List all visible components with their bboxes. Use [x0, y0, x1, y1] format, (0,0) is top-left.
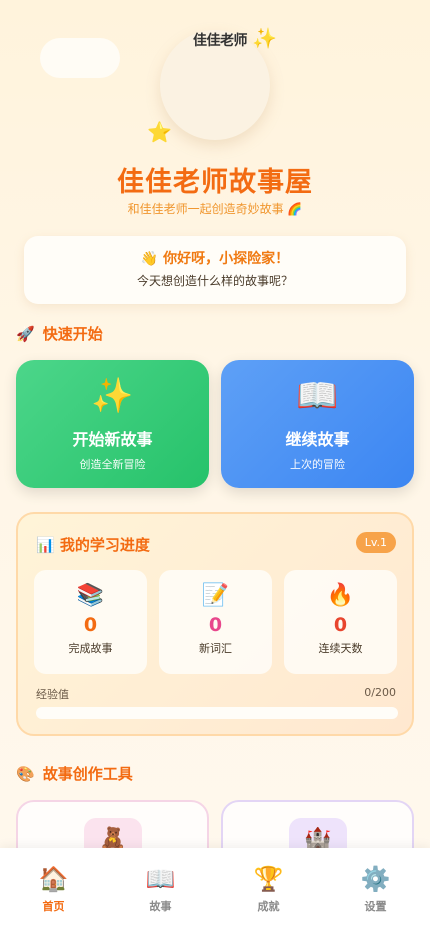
books-icon: 📚	[76, 583, 105, 608]
sparkle-icon: ✨	[252, 26, 277, 50]
nav-item-settings[interactable]: ⚙️ 设置	[322, 864, 429, 914]
sparkles-icon: ✨	[91, 376, 134, 416]
gear-icon: ⚙️	[360, 865, 391, 893]
stat-label: 新词汇	[199, 642, 232, 655]
palette-icon: 🎨	[16, 765, 35, 783]
card-title: 继续故事	[285, 430, 350, 449]
greeting-question: 今天想创造什么样的故事呢？	[136, 274, 293, 288]
learning-progress-card: 📊 我的学习进度 Lv.1 📚 0 完成故事 📝 0 新词汇 🔥 0 连续天数 …	[16, 512, 414, 736]
rocket-icon: 🚀	[16, 325, 35, 343]
section-story-tools: 🎨 故事创作工具	[16, 763, 133, 784]
section-title: 快速开始	[42, 325, 103, 343]
book-icon: 📖	[145, 865, 176, 893]
bottom-nav: 🏠 首页 📖 故事 🏆 成就 ⚙️ 设置	[0, 848, 430, 932]
nav-item-home[interactable]: 🏠 首页	[0, 864, 107, 914]
nav-label: 设置	[364, 900, 387, 913]
nav-label: 故事	[149, 900, 172, 913]
greeting-card: 👋 你好呀，小探险家！ 今天想创造什么样的故事呢？	[24, 236, 406, 304]
trophy-icon: 🏆	[253, 865, 284, 893]
section-quick-start: 🚀 快速开始	[16, 323, 103, 344]
fire-icon: 🔥	[326, 583, 355, 608]
page-subtitle: 和佳佳老师一起创造奇妙故事 🌈	[127, 202, 303, 216]
bar-chart-icon: 📊	[36, 536, 55, 554]
stat-value: 0	[208, 614, 223, 636]
stat-completed-stories: 📚 0 完成故事	[34, 570, 147, 674]
card-subtitle: 创造全新冒险	[79, 458, 146, 471]
stat-value: 0	[83, 614, 98, 636]
star-icon: ⭐	[147, 120, 172, 144]
brand-logo-text: 佳佳老师	[193, 33, 248, 49]
xp-value: 0/200	[364, 686, 396, 699]
level-badge: Lv.1	[355, 532, 396, 553]
nav-label: 首页	[42, 900, 65, 913]
greeting-title: 👋 你好呀，小探险家！	[140, 251, 290, 267]
open-book-icon: 📖	[296, 376, 339, 416]
stat-label: 完成故事	[68, 642, 113, 655]
start-new-story-button[interactable]: ✨ 开始新故事 创造全新冒险	[16, 360, 209, 488]
xp-progress-bar	[36, 707, 398, 719]
memo-icon: 📝	[201, 583, 230, 608]
stat-label: 连续天数	[318, 642, 363, 655]
xp-label: 经验值	[36, 688, 69, 701]
progress-title-text: 我的学习进度	[59, 536, 150, 554]
section-title: 故事创作工具	[42, 765, 133, 783]
progress-title: 📊 我的学习进度	[36, 534, 150, 555]
nav-item-achievements[interactable]: 🏆 成就	[215, 864, 322, 914]
card-title: 开始新故事	[72, 430, 153, 449]
stat-value: 0	[333, 614, 348, 636]
cloud-decoration	[40, 38, 120, 78]
home-icon: 🏠	[38, 865, 69, 893]
stat-new-words: 📝 0 新词汇	[159, 570, 272, 674]
continue-story-button[interactable]: 📖 继续故事 上次的冒险	[221, 360, 414, 488]
stat-streak-days: 🔥 0 连续天数	[284, 570, 397, 674]
card-subtitle: 上次的冒险	[290, 458, 345, 471]
nav-label: 成就	[257, 900, 280, 913]
page-title: 佳佳老师故事屋	[117, 167, 313, 198]
nav-item-stories[interactable]: 📖 故事	[107, 864, 214, 914]
